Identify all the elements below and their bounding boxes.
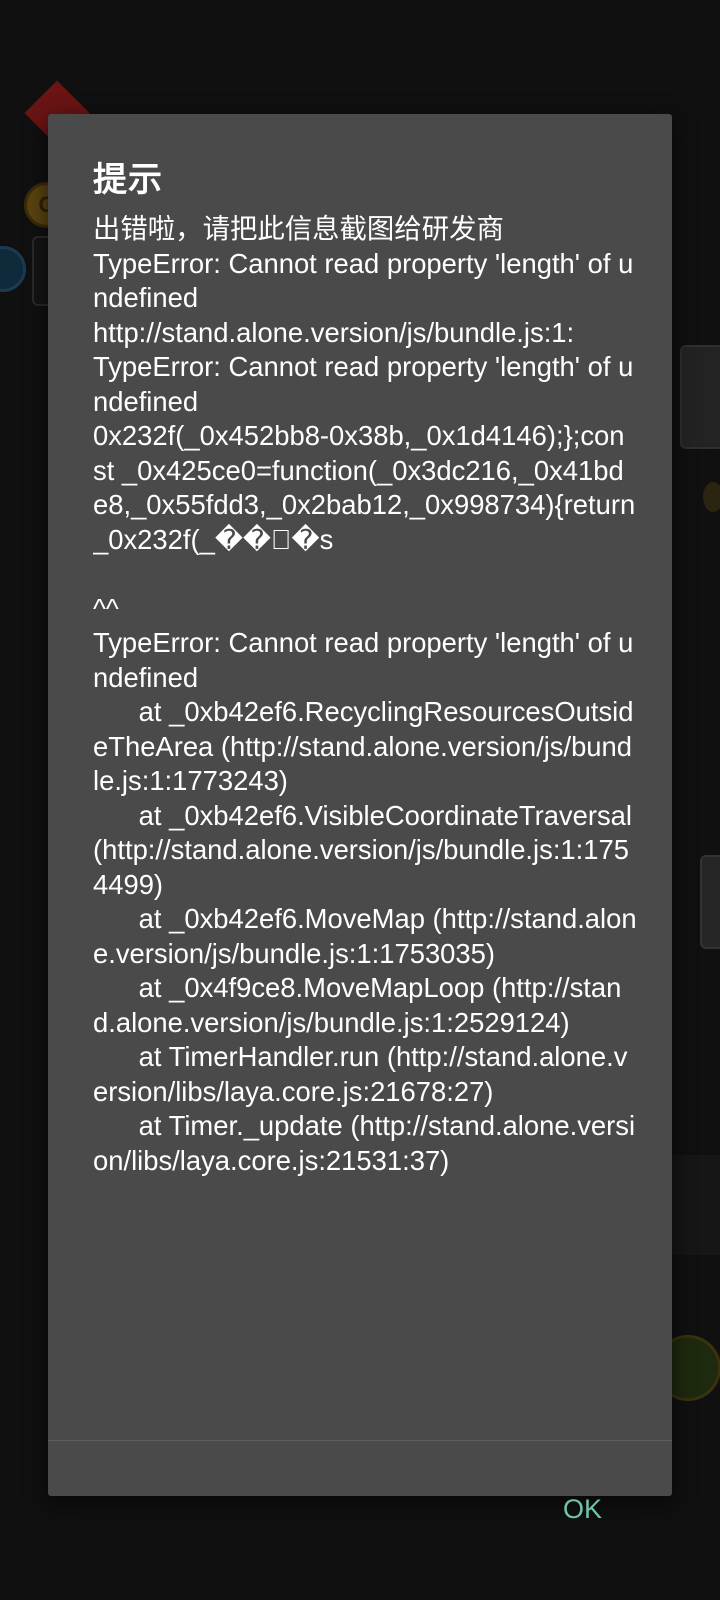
side-button: [700, 855, 720, 949]
divider: [48, 1440, 672, 1441]
badge-icon: [703, 482, 720, 512]
ok-button[interactable]: OK: [551, 1484, 614, 1535]
avatar: [0, 246, 26, 292]
dialog-message-scroll[interactable]: 出错啦，请把此信息截图给研发商 TypeError: Cannot read p…: [93, 212, 638, 1250]
error-dialog: 提示 出错啦，请把此信息截图给研发商 TypeError: Cannot rea…: [48, 114, 672, 1496]
dialog-title: 提示: [93, 161, 163, 199]
dialog-message: 出错啦，请把此信息截图给研发商 TypeError: Cannot read p…: [93, 213, 637, 1176]
map-tools-icon: [680, 345, 720, 449]
